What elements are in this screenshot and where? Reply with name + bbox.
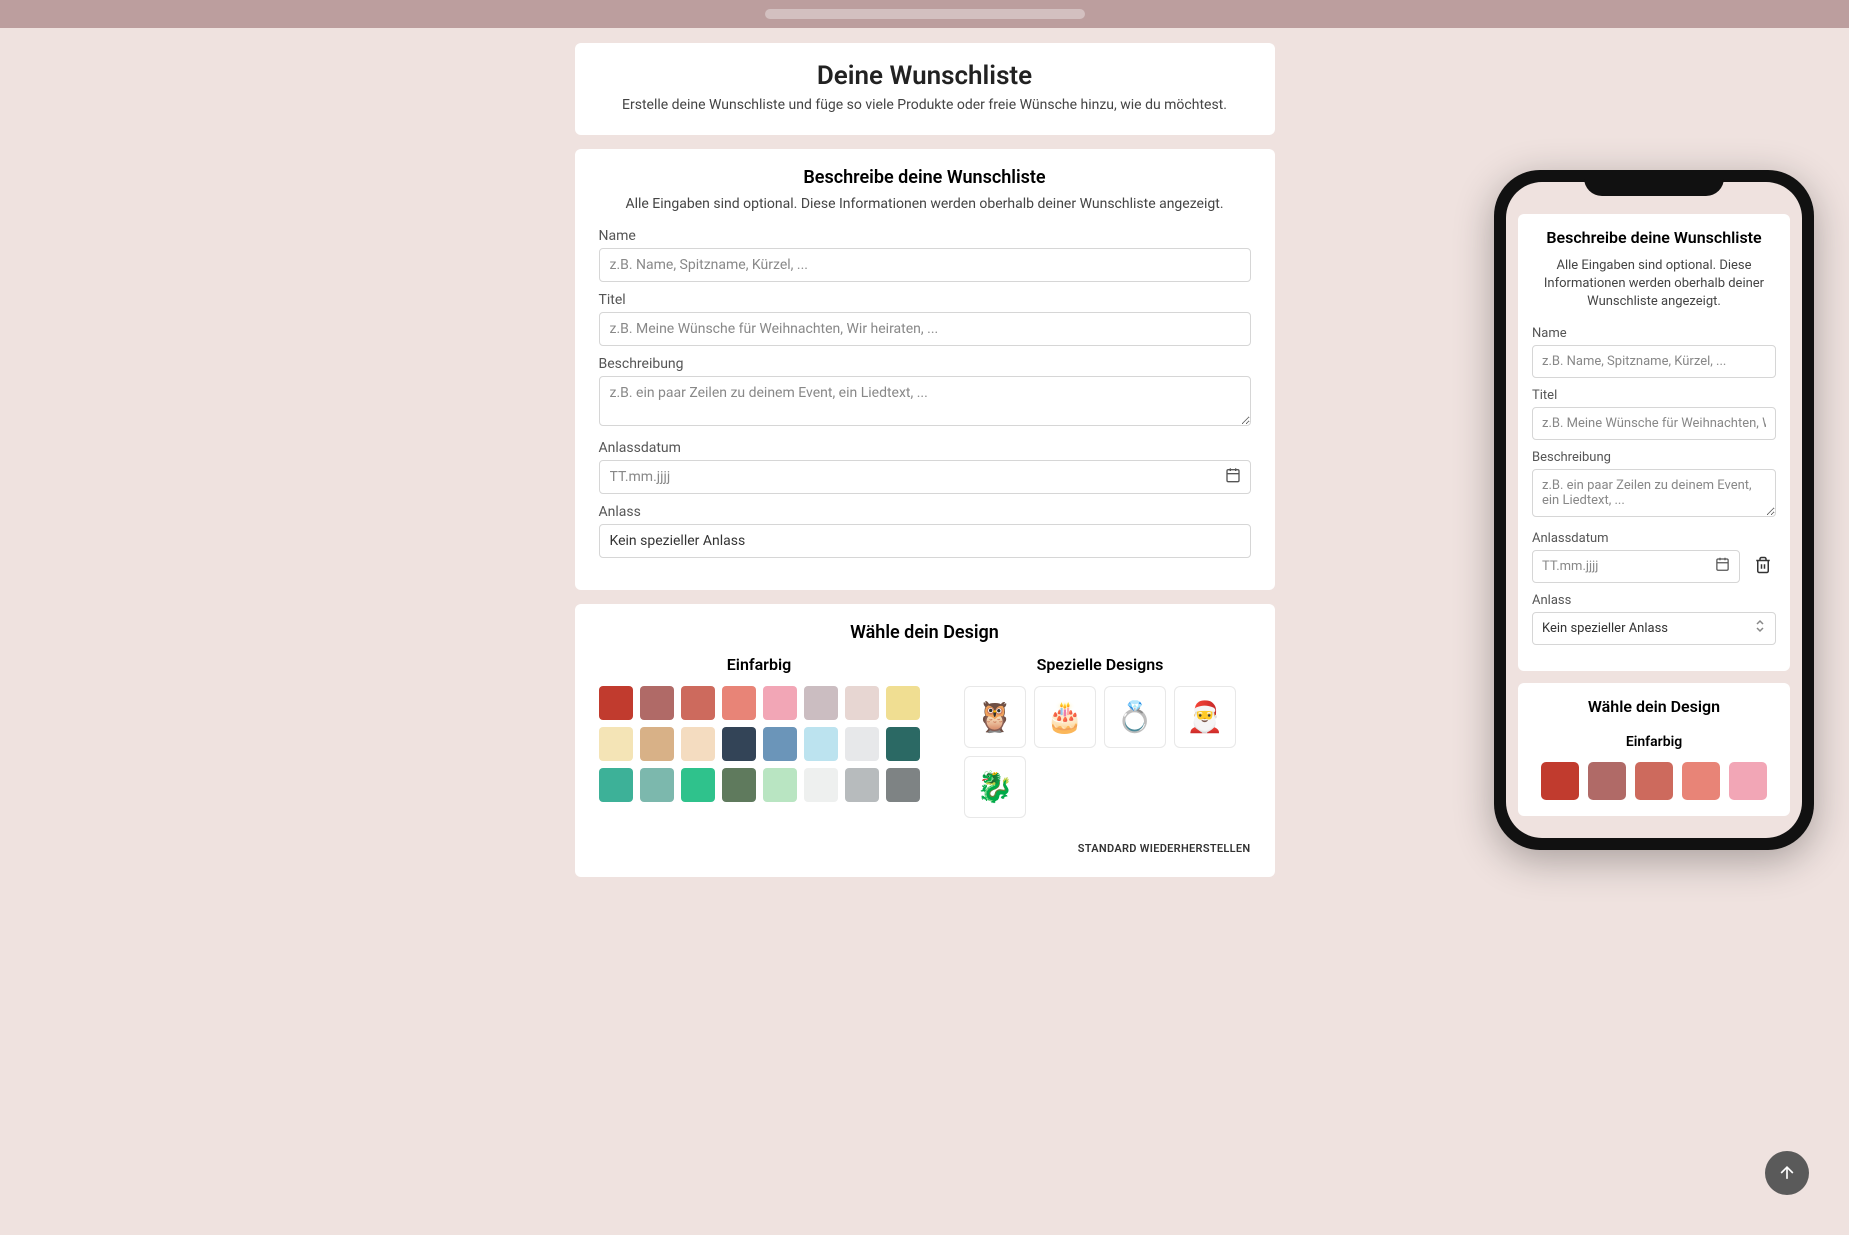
color-swatch[interactable] xyxy=(845,727,879,761)
phone-notch xyxy=(1584,170,1724,196)
color-swatch[interactable] xyxy=(681,686,715,720)
color-swatch[interactable] xyxy=(599,768,633,802)
phone-describe-title: Beschreibe deine Wunschliste xyxy=(1532,228,1776,247)
color-swatch[interactable] xyxy=(845,768,879,802)
color-swatch[interactable] xyxy=(1729,762,1767,800)
desc-textarea[interactable] xyxy=(599,376,1251,426)
occasion-label: Anlass xyxy=(599,504,1251,520)
special-title: Spezielle Designs xyxy=(950,655,1251,674)
header-card: Deine Wunschliste Erstelle deine Wunschl… xyxy=(575,43,1275,135)
color-swatch[interactable] xyxy=(845,686,879,720)
design-title: Wähle dein Design xyxy=(599,622,1251,643)
special-design-owl-party[interactable]: 🦉 xyxy=(964,686,1026,748)
phone-describe-desc: Alle Eingaben sind optional. Diese Infor… xyxy=(1532,257,1776,312)
color-swatch[interactable] xyxy=(681,727,715,761)
color-swatch[interactable] xyxy=(681,768,715,802)
color-swatch[interactable] xyxy=(1682,762,1720,800)
color-swatch[interactable] xyxy=(1635,762,1673,800)
special-design-santa[interactable]: 🎅 xyxy=(1174,686,1236,748)
describe-title: Beschreibe deine Wunschliste xyxy=(599,167,1251,188)
page-title: Deine Wunschliste xyxy=(599,61,1251,91)
phone-name-label: Name xyxy=(1532,326,1776,341)
phone-date-input[interactable] xyxy=(1532,550,1740,583)
clear-date-button[interactable] xyxy=(1750,552,1776,581)
solid-title: Einfarbig xyxy=(599,655,920,674)
swatch-grid xyxy=(599,686,920,802)
special-design-birthday-cake[interactable]: 🎂 xyxy=(1034,686,1096,748)
restore-default-link[interactable]: STANDARD WIEDERHERSTELLEN xyxy=(599,842,1251,855)
color-swatch[interactable] xyxy=(599,727,633,761)
special-design-dragon[interactable]: 🐉 xyxy=(964,756,1026,818)
scroll-to-top-button[interactable] xyxy=(1765,1151,1809,1195)
arrow-up-icon xyxy=(1777,1163,1797,1183)
phone-mockup: Beschreibe deine Wunschliste Alle Eingab… xyxy=(1494,170,1814,850)
phone-title-label: Titel xyxy=(1532,388,1776,403)
design-card: Wähle dein Design Einfarbig Spezielle De… xyxy=(575,604,1275,877)
color-swatch[interactable] xyxy=(1588,762,1626,800)
phone-swatch-row xyxy=(1532,762,1776,800)
title-label: Titel xyxy=(599,292,1251,308)
color-swatch[interactable] xyxy=(722,768,756,802)
phone-design-card: Wähle dein Design Einfarbig xyxy=(1518,683,1790,816)
color-swatch[interactable] xyxy=(722,727,756,761)
phone-desc-label: Beschreibung xyxy=(1532,450,1776,465)
desc-label: Beschreibung xyxy=(599,356,1251,372)
phone-design-title: Wähle dein Design xyxy=(1532,697,1776,716)
color-swatch[interactable] xyxy=(640,768,674,802)
name-label: Name xyxy=(599,228,1251,244)
color-swatch[interactable] xyxy=(763,686,797,720)
color-swatch[interactable] xyxy=(804,686,838,720)
color-swatch[interactable] xyxy=(763,768,797,802)
color-swatch[interactable] xyxy=(804,727,838,761)
phone-date-label: Anlassdatum xyxy=(1532,531,1776,546)
color-swatch[interactable] xyxy=(599,686,633,720)
browser-top-bar xyxy=(0,0,1849,28)
phone-solid-title: Einfarbig xyxy=(1532,734,1776,750)
special-grid: 🦉🎂💍🎅 🐉 xyxy=(950,686,1251,818)
color-swatch[interactable] xyxy=(640,686,674,720)
color-swatch[interactable] xyxy=(1541,762,1579,800)
color-swatch[interactable] xyxy=(763,727,797,761)
name-input[interactable] xyxy=(599,248,1251,282)
phone-desc-textarea[interactable] xyxy=(1532,469,1776,517)
date-input[interactable] xyxy=(599,460,1251,494)
color-swatch[interactable] xyxy=(886,686,920,720)
describe-card: Beschreibe deine Wunschliste Alle Eingab… xyxy=(575,149,1275,590)
color-swatch[interactable] xyxy=(640,727,674,761)
special-design-wedding-rings[interactable]: 💍 xyxy=(1104,686,1166,748)
color-swatch[interactable] xyxy=(886,727,920,761)
occasion-select[interactable] xyxy=(599,524,1251,558)
phone-name-input[interactable] xyxy=(1532,345,1776,378)
date-label: Anlassdatum xyxy=(599,440,1251,456)
phone-describe-card: Beschreibe deine Wunschliste Alle Eingab… xyxy=(1518,214,1790,671)
page-subtitle: Erstelle deine Wunschliste und füge so v… xyxy=(599,97,1251,113)
phone-title-input[interactable] xyxy=(1532,407,1776,440)
color-swatch[interactable] xyxy=(722,686,756,720)
describe-desc: Alle Eingaben sind optional. Diese Infor… xyxy=(599,196,1251,212)
title-input[interactable] xyxy=(599,312,1251,346)
phone-occasion-label: Anlass xyxy=(1532,593,1776,608)
color-swatch[interactable] xyxy=(886,768,920,802)
address-bar-placeholder xyxy=(765,9,1085,19)
phone-occasion-select[interactable] xyxy=(1532,612,1776,645)
color-swatch[interactable] xyxy=(804,768,838,802)
trash-icon xyxy=(1754,556,1772,574)
